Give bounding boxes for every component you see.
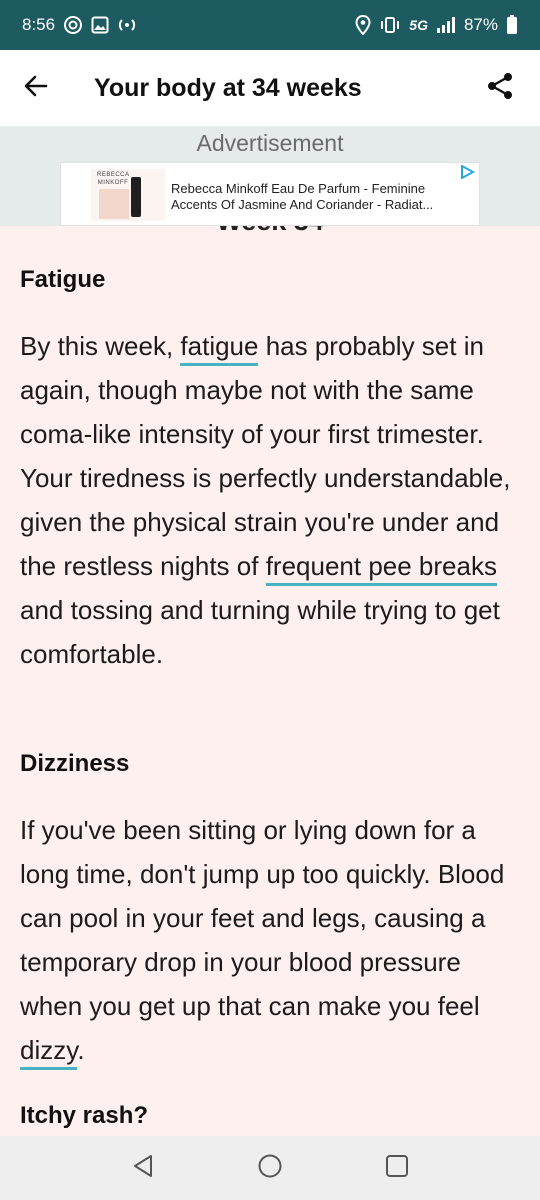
link-fatigue[interactable]: fatigue (180, 331, 259, 366)
nav-home-button[interactable] (240, 1138, 300, 1198)
status-bar: 8:56 5G 87% (0, 0, 540, 50)
status-right: 5G 87% (355, 15, 518, 35)
text-segment: If you've been sitting or lying down for… (20, 815, 505, 1021)
triangle-back-icon (132, 1154, 154, 1183)
ad-area: Advertisement REBECCA MINKOFF Rebecca Min… (0, 126, 540, 226)
ad-text: Rebecca Minkoff Eau De Parfum - Feminine… (171, 181, 434, 212)
link-frequent-pee-breaks[interactable]: frequent pee breaks (265, 551, 497, 586)
network-type: 5G (409, 17, 428, 33)
ad-brand-line-1: REBECCA (97, 172, 130, 178)
ad-product-box (99, 189, 129, 219)
location-icon (355, 15, 371, 35)
arrow-left-icon (23, 73, 49, 104)
article-content: Week 34 Fatigue By this week, fatigue ha… (0, 226, 540, 1136)
signal-icon (436, 16, 456, 34)
heading-dizziness: Dizziness (20, 750, 130, 777)
image-icon (91, 16, 109, 34)
ad-brand-line-2: MINKOFF (97, 180, 129, 186)
navigation-bar (0, 1136, 540, 1200)
ad-product-bottle (131, 177, 141, 217)
heading-itchy-rash: Itchy rash? (20, 1102, 149, 1129)
vibrate-icon (379, 16, 401, 34)
page-title: Your body at 34 weeks (94, 73, 362, 102)
status-left: 8:56 (22, 15, 137, 35)
week-heading: Week 34 (0, 226, 540, 237)
ad-choices-icon[interactable] (459, 164, 476, 184)
text-segment: By this week, (20, 331, 181, 361)
text-segment: . (77, 1035, 85, 1065)
status-time: 8:56 (22, 15, 56, 34)
heading-fatigue: Fatigue (20, 266, 106, 293)
ad-label: Advertisement (196, 130, 344, 156)
nav-recents-button[interactable] (367, 1138, 427, 1198)
wifi-hotspot-icon (117, 15, 137, 35)
share-button[interactable] (472, 60, 528, 116)
back-button[interactable] (0, 50, 72, 126)
battery-percent: 87% (463, 15, 498, 34)
square-recents-icon (385, 1154, 409, 1183)
text-segment: has probably set in again, though maybe … (20, 331, 511, 581)
paragraph-dizziness: If you've been sitting or lying down for… (20, 808, 525, 1072)
app-bar: Your body at 34 weeks (0, 50, 540, 126)
circle-home-icon (257, 1153, 283, 1184)
ad-product-image: REBECCA MINKOFF (91, 169, 165, 221)
at-sign-icon (63, 15, 83, 35)
battery-icon (506, 15, 518, 35)
text-segment: and tossing and turning while trying to … (20, 595, 500, 669)
share-icon (486, 72, 514, 105)
ad-banner[interactable]: REBECCA MINKOFF Rebecca Minkoff Eau De Pa… (60, 162, 480, 226)
nav-back-button[interactable] (113, 1138, 173, 1198)
link-dizzy[interactable]: dizzy (20, 1035, 78, 1070)
paragraph-fatigue: By this week, fatigue has probably set i… (20, 324, 525, 676)
ad-brand-mark: REBECCA MINKOFF (97, 171, 129, 187)
